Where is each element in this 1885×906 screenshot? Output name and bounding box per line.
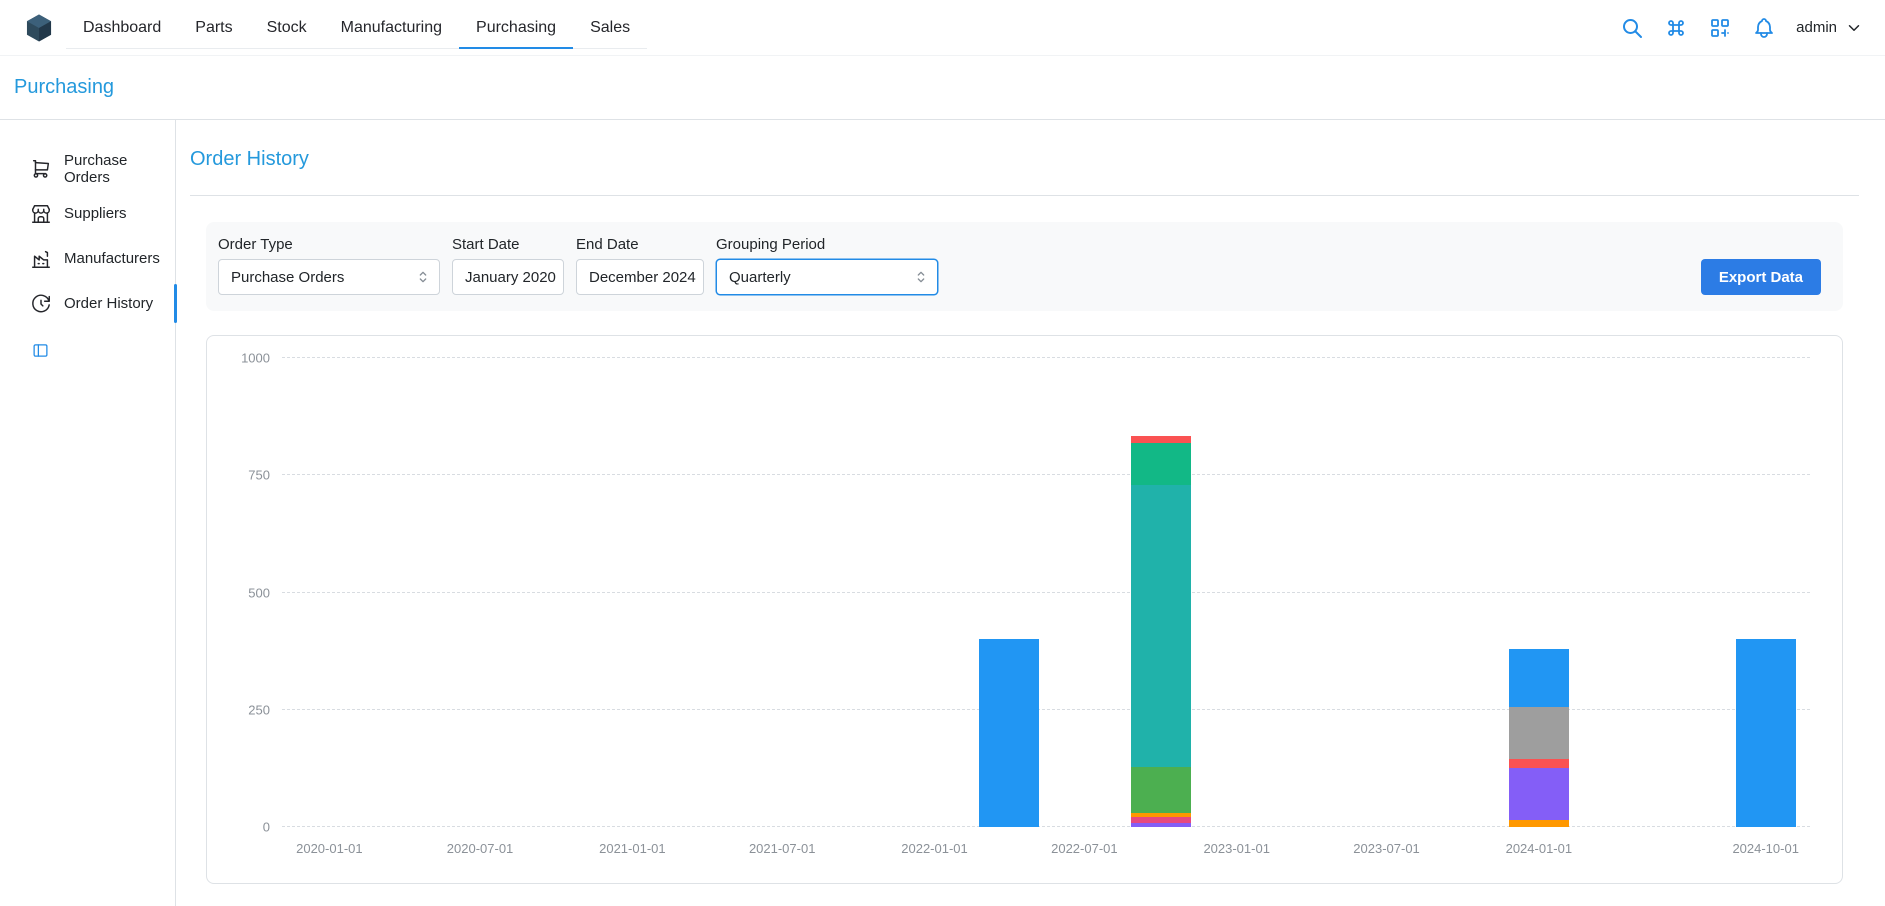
x-axis-tick-label: 2021-07-01	[749, 841, 816, 856]
history-icon	[30, 293, 52, 315]
nav-tab-stock[interactable]: Stock	[250, 7, 324, 49]
sidebar-item-manufacturers[interactable]: Manufacturers	[0, 236, 175, 281]
end-date-value: December 2024	[589, 269, 696, 286]
section-heading: Order History	[190, 148, 1859, 171]
sidebar-item-label: Suppliers	[64, 205, 127, 222]
y-axis-tick-label: 1000	[241, 351, 270, 366]
start-date-value: January 2020	[465, 269, 556, 286]
command-icon[interactable]	[1664, 16, 1688, 40]
username: admin	[1796, 19, 1837, 36]
bar-segment	[1509, 649, 1569, 708]
order-history-chart: 0 250 500 750 1000 2020-01-01 2020-07-01 2021-0…	[206, 335, 1843, 884]
stacked-bar	[1509, 649, 1569, 827]
grouping-period-value: Quarterly	[729, 269, 791, 286]
chart-plot: 025050075010002020-01-012020-07-012021-0…	[282, 358, 1810, 827]
x-axis-tick-label: 2024-01-01	[1506, 841, 1573, 856]
sidebar-nav: Purchase Orders Suppliers Manufacturers Ord…	[0, 146, 175, 326]
stacked-bar	[1131, 436, 1191, 827]
x-axis-tick-label: 2021-01-01	[599, 841, 666, 856]
scan-icon[interactable]	[1708, 16, 1732, 40]
nav-tabs: DashboardPartsStockManufacturingPurchasi…	[66, 7, 647, 49]
bar-segment	[979, 639, 1039, 827]
bar-segment	[1131, 767, 1191, 814]
start-date-field: Start Date January 2020	[452, 236, 564, 295]
bar-segment	[1131, 485, 1191, 766]
order-type-label: Order Type	[218, 236, 440, 253]
nav-actions	[1620, 16, 1776, 40]
y-axis-tick-label: 750	[248, 468, 270, 483]
gridline	[282, 357, 1810, 358]
selector-icon	[415, 269, 431, 285]
app-logo[interactable]	[22, 11, 56, 45]
export-data-button[interactable]: Export Data	[1701, 259, 1821, 295]
y-axis-tick-label: 250	[248, 702, 270, 717]
start-date-input[interactable]: January 2020	[452, 259, 564, 295]
x-axis-tick-label: 2024-10-01	[1732, 841, 1799, 856]
stacked-bar	[979, 639, 1039, 827]
order-type-select[interactable]: Purchase Orders	[218, 259, 440, 295]
bar-segment	[1509, 759, 1569, 768]
bar-segment	[1736, 639, 1796, 827]
bar-segment	[1131, 823, 1191, 827]
factory-icon	[30, 248, 52, 270]
bell-icon[interactable]	[1752, 16, 1776, 40]
x-axis-tick-label: 2022-01-01	[901, 841, 968, 856]
end-date-label: End Date	[576, 236, 704, 253]
gridline	[282, 592, 1810, 593]
sidebar: Purchase Orders Suppliers Manufacturers Ord…	[0, 120, 176, 906]
chevron-down-icon	[1845, 19, 1863, 37]
x-axis-tick-label: 2020-07-01	[447, 841, 514, 856]
search-icon[interactable]	[1620, 16, 1644, 40]
order-type-field: Order Type Purchase Orders	[218, 236, 440, 295]
divider	[190, 195, 1859, 196]
page-title: Purchasing	[14, 76, 114, 99]
bar-segment	[1509, 820, 1569, 827]
bar-segment	[1131, 443, 1191, 485]
sidebar-item-order-history[interactable]: Order History	[0, 281, 175, 326]
gridline	[282, 709, 1810, 710]
y-axis-tick-label: 0	[263, 820, 270, 835]
grouping-period-select[interactable]: Quarterly	[716, 259, 938, 295]
bar-segment	[1131, 436, 1191, 443]
y-axis-tick-label: 500	[248, 585, 270, 600]
sidebar-toggle-icon[interactable]	[32, 342, 49, 359]
sidebar-item-label: Manufacturers	[64, 250, 160, 267]
nav-tab-parts[interactable]: Parts	[178, 7, 249, 49]
user-menu[interactable]: admin	[1796, 19, 1863, 37]
sidebar-item-purchase-orders[interactable]: Purchase Orders	[0, 146, 175, 191]
sidebar-item-label: Order History	[64, 295, 153, 312]
x-axis-tick-label: 2022-07-01	[1051, 841, 1118, 856]
nav-tab-manufacturing[interactable]: Manufacturing	[324, 7, 459, 49]
nav-tab-dashboard[interactable]: Dashboard	[66, 7, 178, 49]
x-axis-tick-label: 2023-01-01	[1203, 841, 1270, 856]
end-date-field: End Date December 2024	[576, 236, 704, 295]
store-icon	[30, 203, 52, 225]
bar-segment	[1509, 707, 1569, 759]
sidebar-item-suppliers[interactable]: Suppliers	[0, 191, 175, 236]
order-type-value: Purchase Orders	[231, 269, 344, 286]
filter-panel: Order Type Purchase Orders Start Date Ja…	[206, 222, 1843, 311]
start-date-label: Start Date	[452, 236, 564, 253]
gridline	[282, 474, 1810, 475]
page-header: Purchasing	[0, 56, 1885, 120]
grouping-period-label: Grouping Period	[716, 236, 938, 253]
top-navbar: DashboardPartsStockManufacturingPurchasi…	[0, 0, 1885, 56]
nav-tab-purchasing[interactable]: Purchasing	[459, 7, 573, 49]
gridline	[282, 826, 1810, 827]
bar-segment	[1509, 768, 1569, 820]
nav-tab-sales[interactable]: Sales	[573, 7, 647, 49]
end-date-input[interactable]: December 2024	[576, 259, 704, 295]
cart-icon	[30, 158, 52, 180]
x-axis-tick-label: 2020-01-01	[296, 841, 363, 856]
sidebar-item-label: Purchase Orders	[64, 152, 175, 186]
selector-icon	[913, 269, 929, 285]
stacked-bar	[1736, 639, 1796, 827]
main-content: Order History Order Type Purchase Orders…	[176, 120, 1885, 906]
x-axis-tick-label: 2023-07-01	[1353, 841, 1420, 856]
grouping-period-field: Grouping Period Quarterly	[716, 236, 938, 295]
